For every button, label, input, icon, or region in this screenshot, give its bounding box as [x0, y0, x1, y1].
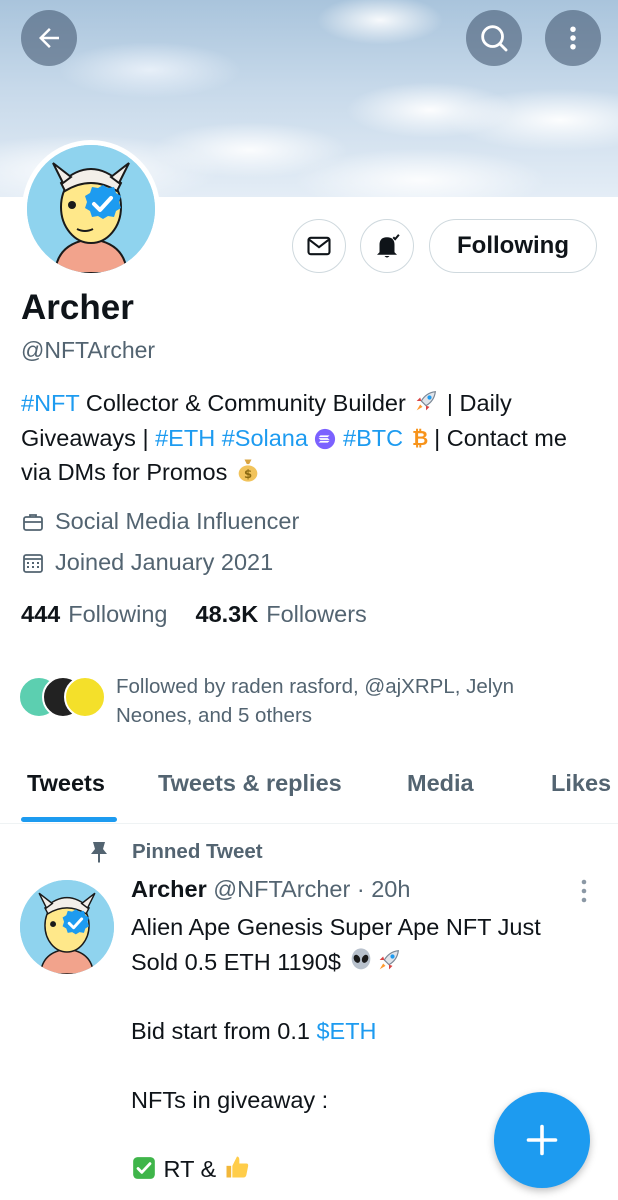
tab-tweets[interactable]: Tweets: [27, 770, 105, 797]
back-button[interactable]: [21, 10, 77, 66]
avatar-illustration: [27, 145, 155, 273]
plus-icon: [526, 1124, 558, 1156]
svg-text:₿: ₿: [412, 426, 428, 450]
rocket-icon: [417, 390, 437, 411]
hashtag-nft[interactable]: #NFT: [21, 390, 79, 416]
profile-joined-date: Joined January 2021: [21, 549, 273, 576]
message-button[interactable]: [292, 219, 346, 273]
rocket-icon: [380, 949, 400, 969]
search-button[interactable]: [466, 10, 522, 66]
tab-tweets-replies[interactable]: Tweets & replies: [158, 770, 342, 797]
tweet-author-avatar[interactable]: [20, 880, 114, 974]
follow-counts: 444 Following 48.3K Followers: [21, 601, 367, 628]
tweet-time: · 20h: [350, 876, 411, 902]
check-mark-icon: [133, 1156, 155, 1179]
back-arrow-icon: [39, 28, 59, 48]
alien-icon: [352, 947, 371, 969]
profile-category: Social Media Influencer: [21, 508, 299, 535]
following-count[interactable]: 444 Following: [21, 601, 168, 628]
tweet-author-name[interactable]: Archer: [131, 876, 207, 902]
following-button[interactable]: Following: [429, 219, 597, 273]
tweet-header: Archer @NFTArcher · 20h: [131, 876, 410, 903]
profile-tabs: Tweets Tweets & replies Media Likes: [0, 762, 618, 824]
hashtag-btc[interactable]: #BTC: [343, 425, 403, 451]
hashtag-solana[interactable]: #Solana: [222, 425, 308, 451]
followed-by-text[interactable]: Followed by raden rasford, @ajXRPL, Jely…: [116, 672, 596, 730]
mail-icon: [307, 236, 331, 256]
bell-icon: [377, 234, 400, 258]
follower-avatar[interactable]: [64, 676, 106, 718]
active-tab-indicator: [21, 817, 117, 822]
profile-name: Archer: [21, 288, 134, 327]
bitcoin-icon: ₿: [412, 426, 428, 450]
tweet-more-button[interactable]: [578, 878, 590, 909]
tweet-author-handle[interactable]: @NFTArcher: [213, 876, 350, 902]
money-bag-icon: $: [238, 459, 258, 482]
hashtag-eth[interactable]: #ETH: [155, 425, 215, 451]
pin-icon: [91, 842, 107, 863]
followers-count[interactable]: 48.3K Followers: [196, 601, 367, 628]
profile-handle: @NFTArcher: [21, 337, 156, 363]
calendar-icon: [23, 553, 43, 573]
pinned-tweet-label: Pinned Tweet: [88, 840, 263, 864]
profile-bio: #NFT Collector & Community Builder | Dai…: [21, 386, 601, 490]
tab-media[interactable]: Media: [407, 770, 474, 797]
tab-likes[interactable]: Likes: [551, 770, 611, 797]
compose-tweet-button[interactable]: [494, 1092, 590, 1188]
avatar-illustration: [20, 880, 114, 974]
more-options-button[interactable]: [545, 10, 601, 66]
svg-text:$: $: [244, 467, 252, 481]
solana-icon: [315, 428, 336, 449]
more-vertical-icon: [570, 26, 576, 50]
profile-avatar[interactable]: [22, 140, 160, 278]
notifications-button[interactable]: [360, 219, 414, 273]
search-icon: [481, 25, 508, 52]
more-vertical-icon: [581, 879, 587, 903]
thumbs-up-icon: [226, 1156, 248, 1177]
cashtag-eth[interactable]: $ETH: [316, 1018, 376, 1044]
briefcase-icon: [23, 513, 43, 531]
